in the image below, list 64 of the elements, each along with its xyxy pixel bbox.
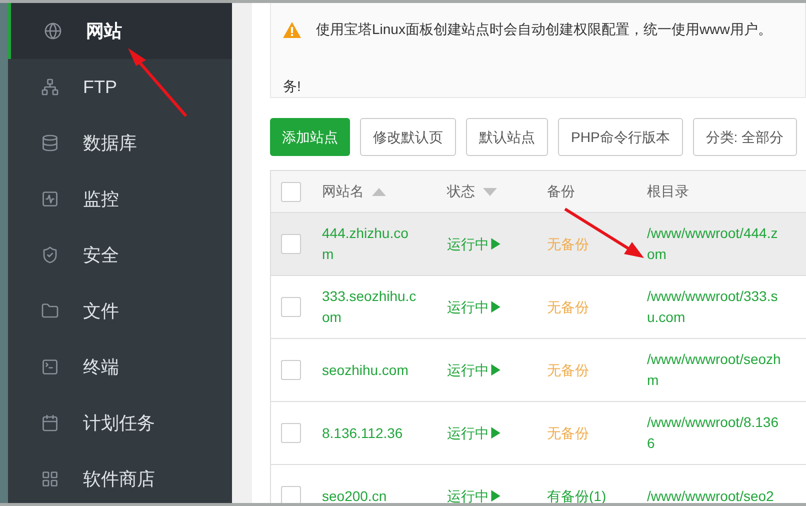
checkbox[interactable]	[281, 182, 301, 202]
column-header: 根目录	[647, 182, 689, 201]
sidebar-item[interactable]: 网站	[8, 3, 232, 59]
toolbar-button[interactable]: 修改默认页	[360, 118, 456, 156]
sidebar-item[interactable]: 数据库	[8, 115, 232, 171]
table-row[interactable]: 444.zhizhu.co m 运行中▶ 无备份 /www/wwwroot/444.z om	[271, 213, 806, 276]
root-path-link[interactable]: om	[647, 244, 806, 265]
sidebar-item[interactable]: 安全	[8, 227, 232, 283]
checkbox[interactable]	[281, 234, 301, 254]
sidebar-item[interactable]: 软件商店	[8, 451, 232, 506]
root-path-link[interactable]: /www/wwwroot/444.z	[647, 223, 806, 244]
backup-link[interactable]: 无备份	[547, 362, 589, 378]
notice-text: 务!	[283, 77, 302, 96]
notice-text: 使用宝塔Linux面板创建站点时会自动创建权限配置，统一使用www用户。	[316, 20, 772, 39]
root-path-link[interactable]: /www/wwwroot/seo2	[647, 486, 806, 503]
site-name-link[interactable]: seo200.cn	[322, 486, 447, 503]
site-name-link[interactable]: om	[322, 307, 447, 328]
sidebar-item[interactable]: FTP	[8, 59, 232, 115]
status-link[interactable]: 运行中▶	[447, 298, 503, 314]
backup-link[interactable]: 无备份	[547, 424, 589, 440]
status-link[interactable]: 运行中▶	[447, 488, 503, 503]
calendar-icon	[41, 414, 59, 432]
terminal-icon	[41, 358, 59, 376]
folder-icon	[41, 302, 59, 320]
globe-icon	[44, 22, 62, 40]
checkbox[interactable]	[281, 360, 301, 380]
site-name-link[interactable]: 8.136.112.36	[322, 422, 447, 444]
backup-link[interactable]: 无备份	[547, 298, 589, 314]
grid-icon	[41, 470, 59, 488]
site-name-link[interactable]: 333.seozhihu.c	[322, 286, 447, 307]
root-path-link[interactable]: 6	[647, 433, 806, 454]
database-icon	[41, 134, 59, 152]
toolbar-button[interactable]: 添加站点	[270, 118, 350, 156]
site-name-link[interactable]: 444.zhizhu.co	[322, 223, 447, 244]
status-link[interactable]: 运行中▶	[447, 424, 503, 440]
status-link[interactable]: 运行中▶	[447, 236, 503, 252]
column-header: 网站名	[322, 182, 364, 201]
sidebar-item[interactable]: 文件	[8, 283, 232, 339]
site-name-link[interactable]: seozhihu.com	[322, 360, 447, 380]
column-header: 状态	[447, 182, 475, 201]
root-path-link[interactable]: /www/wwwroot/seozh	[647, 349, 806, 370]
root-path-link[interactable]: m	[647, 370, 806, 391]
checkbox[interactable]	[281, 423, 301, 443]
toolbar-button[interactable]: 默认站点	[466, 118, 548, 156]
sidebar-item[interactable]: 终端	[8, 339, 232, 395]
sidebar-item[interactable]: 计划任务	[8, 395, 232, 451]
toolbar-button[interactable]: PHP命令行版本	[558, 118, 683, 156]
sort-down-icon[interactable]	[483, 188, 497, 196]
warning-icon	[283, 22, 301, 38]
toolbar-button[interactable]: 分类: 全部分	[692, 118, 797, 156]
network-icon	[41, 78, 59, 96]
backup-link[interactable]: 无备份	[547, 236, 589, 252]
status-link[interactable]: 运行中▶	[447, 362, 503, 378]
root-path-link[interactable]: /www/wwwroot/8.136	[647, 412, 806, 433]
activity-icon	[41, 190, 59, 208]
checkbox[interactable]	[281, 486, 301, 503]
sort-up-icon[interactable]	[372, 188, 386, 196]
sidebar-item[interactable]: 监控	[8, 171, 232, 227]
root-path-link[interactable]: /www/wwwroot/333.s	[647, 286, 806, 307]
root-path-link[interactable]: u.com	[647, 307, 806, 328]
site-name-link[interactable]: m	[322, 244, 447, 265]
column-header: 备份	[547, 182, 575, 201]
shield-icon	[41, 246, 59, 264]
checkbox[interactable]	[281, 297, 301, 317]
